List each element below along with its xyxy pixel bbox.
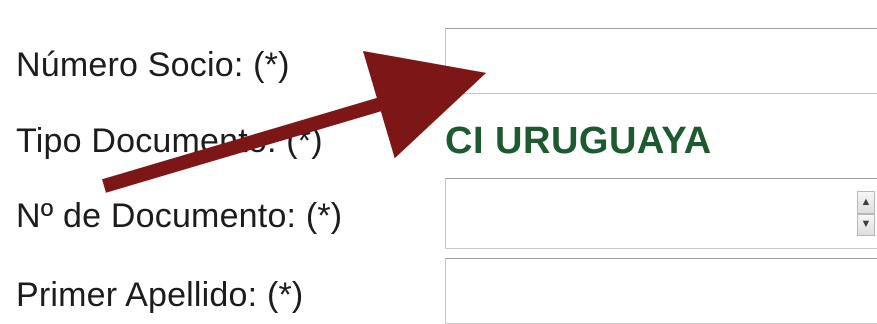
spinner-up-icon[interactable]: ▲ <box>857 191 875 214</box>
spinner-down-icon[interactable]: ▼ <box>857 213 875 236</box>
numero-socio-label: Número Socio: (*) <box>16 46 290 84</box>
document-type-value: CI URUGUAYA <box>445 120 712 162</box>
numero-socio-input[interactable] <box>445 28 877 94</box>
primer-apellido-label: Primer Apellido: (*) <box>16 276 304 314</box>
document-number-spinner[interactable]: ▲ ▼ <box>857 191 875 236</box>
primer-apellido-input[interactable] <box>445 258 877 324</box>
numero-documento-input[interactable] <box>446 179 877 250</box>
numero-documento-label: Nº de Documento: (*) <box>16 197 343 235</box>
tipo-documento-label: Tipo Documento: (*) <box>16 122 323 160</box>
numero-documento-field[interactable]: ▲ ▼ <box>445 178 877 250</box>
